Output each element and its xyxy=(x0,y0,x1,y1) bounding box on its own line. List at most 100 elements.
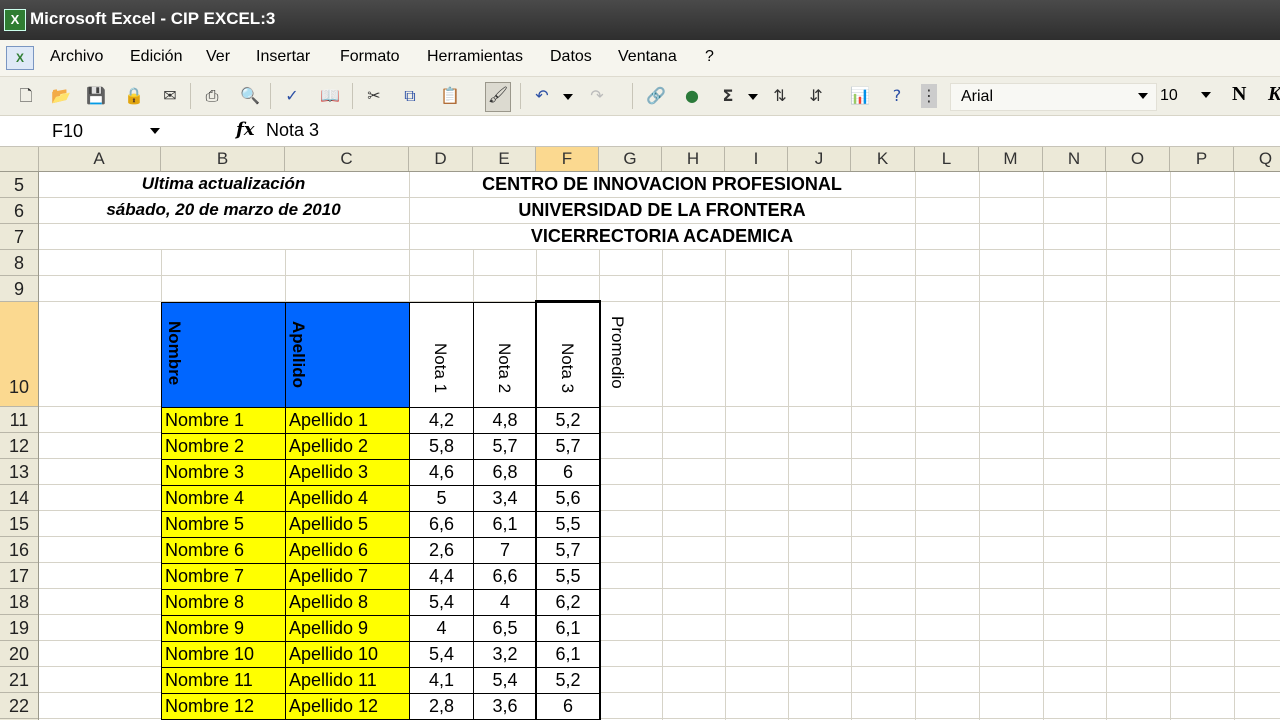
row-header-12[interactable]: 12 xyxy=(0,433,38,459)
student-lastname-cell[interactable]: Apellido 2 xyxy=(285,433,410,460)
student-lastname-cell[interactable]: Apellido 9 xyxy=(285,615,410,642)
student-lastname-cell[interactable]: Apellido 6 xyxy=(285,537,410,564)
student-lastname-cell[interactable]: Apellido 5 xyxy=(285,511,410,538)
nota3-cell[interactable]: 5,2 xyxy=(536,407,600,434)
column-header-a[interactable]: A xyxy=(38,147,161,171)
print-icon[interactable]: ⎙ xyxy=(200,84,224,108)
menu-datos[interactable]: Datos xyxy=(550,48,592,66)
row-header-21[interactable]: 21 xyxy=(0,667,38,693)
autosum-dropdown-icon[interactable] xyxy=(748,94,758,100)
student-lastname-cell[interactable]: Apellido 11 xyxy=(285,667,410,694)
student-lastname-cell[interactable]: Apellido 10 xyxy=(285,641,410,668)
student-lastname-cell[interactable]: Apellido 3 xyxy=(285,459,410,486)
nota3-cell[interactable]: 5,2 xyxy=(536,667,600,694)
document-icon[interactable]: X xyxy=(6,46,34,70)
row-header-19[interactable]: 19 xyxy=(0,615,38,641)
nota2-cell[interactable]: 3,2 xyxy=(473,641,537,668)
cut-icon[interactable]: ✂ xyxy=(362,84,386,108)
nota2-cell[interactable]: 5,7 xyxy=(473,433,537,460)
nota1-cell[interactable]: 2,8 xyxy=(409,693,474,720)
nota1-cell[interactable]: 6,6 xyxy=(409,511,474,538)
nota1-cell[interactable]: 4 xyxy=(409,615,474,642)
nota3-cell[interactable]: 5,5 xyxy=(536,563,600,590)
row-header-16[interactable]: 16 xyxy=(0,537,38,563)
nota2-cell[interactable]: 5,4 xyxy=(473,667,537,694)
chart-wizard-icon[interactable]: 📊 xyxy=(848,84,872,108)
column-title-cell[interactable]: Nota 3 xyxy=(536,302,600,408)
column-header-k[interactable]: K xyxy=(851,147,915,171)
nota3-cell[interactable]: 6,2 xyxy=(536,589,600,616)
format-painter-icon[interactable]: 🖌 xyxy=(485,82,511,112)
row-header-8[interactable]: 8 xyxy=(0,250,38,276)
column-header-o[interactable]: O xyxy=(1106,147,1170,171)
menu-archivo[interactable]: Archivo xyxy=(50,48,103,66)
nota2-cell[interactable]: 6,6 xyxy=(473,563,537,590)
student-name-cell[interactable]: Nombre 8 xyxy=(161,589,286,616)
size-dropdown-icon[interactable] xyxy=(1201,92,1211,98)
nota2-cell[interactable]: 6,1 xyxy=(473,511,537,538)
menu-herramientas[interactable]: Herramientas xyxy=(427,48,523,66)
nota1-cell[interactable]: 5,8 xyxy=(409,433,474,460)
nota1-cell[interactable]: 5,4 xyxy=(409,589,474,616)
autosum-icon[interactable]: Σ xyxy=(716,84,740,108)
menu-insertar[interactable]: Insertar xyxy=(256,48,310,66)
student-name-cell[interactable]: Nombre 2 xyxy=(161,433,286,460)
column-header-m[interactable]: M xyxy=(979,147,1043,171)
nota1-cell[interactable]: 4,6 xyxy=(409,459,474,486)
column-header-c[interactable]: C xyxy=(285,147,409,171)
nota2-cell[interactable]: 6,8 xyxy=(473,459,537,486)
menu-ver[interactable]: Ver xyxy=(206,48,230,66)
font-selector[interactable]: Arial xyxy=(950,83,1157,111)
menu-ventana[interactable]: Ventana xyxy=(618,48,677,66)
student-name-cell[interactable]: Nombre 5 xyxy=(161,511,286,538)
row-header-17[interactable]: 17 xyxy=(0,563,38,589)
student-lastname-cell[interactable]: Apellido 7 xyxy=(285,563,410,590)
italic-button[interactable]: K xyxy=(1268,83,1280,106)
nota3-cell[interactable]: 5,7 xyxy=(536,433,600,460)
column-title-cell[interactable]: Nota 1 xyxy=(409,302,474,408)
column-header-l[interactable]: L xyxy=(915,147,979,171)
column-header-n[interactable]: N xyxy=(1043,147,1106,171)
nota3-cell[interactable]: 5,6 xyxy=(536,485,600,512)
toolbar-options-icon[interactable]: ⋮ xyxy=(921,84,937,108)
open-icon[interactable]: 📂 xyxy=(49,84,73,108)
sort-asc-icon[interactable]: ⇅ xyxy=(768,84,792,108)
new-icon[interactable]: 🗋 xyxy=(14,84,38,108)
research-icon[interactable]: 📖 xyxy=(318,84,342,108)
column-header-p[interactable]: P xyxy=(1170,147,1234,171)
column-title-cell[interactable]: Nota 2 xyxy=(473,302,537,408)
row-header-9[interactable]: 9 xyxy=(0,276,38,302)
student-name-cell[interactable]: Nombre 3 xyxy=(161,459,286,486)
column-header-g[interactable]: G xyxy=(599,147,662,171)
student-lastname-cell[interactable]: Apellido 8 xyxy=(285,589,410,616)
help-icon[interactable]: ? xyxy=(885,84,909,108)
student-name-cell[interactable]: Nombre 4 xyxy=(161,485,286,512)
menu-formato[interactable]: Formato xyxy=(340,48,400,66)
font-size-selector[interactable]: 10 xyxy=(1156,83,1218,109)
nota3-cell[interactable]: 6 xyxy=(536,459,600,486)
nota1-cell[interactable]: 4,1 xyxy=(409,667,474,694)
column-title-cell[interactable]: Nombre xyxy=(161,302,286,408)
nota3-cell[interactable]: 6 xyxy=(536,693,600,720)
student-name-cell[interactable]: Nombre 10 xyxy=(161,641,286,668)
column-title-cell[interactable]: Promedio xyxy=(599,302,661,407)
column-header-d[interactable]: D xyxy=(409,147,473,171)
bold-button[interactable]: N xyxy=(1232,83,1246,106)
student-name-cell[interactable]: Nombre 6 xyxy=(161,537,286,564)
nota3-cell[interactable]: 5,5 xyxy=(536,511,600,538)
nota2-cell[interactable]: 6,5 xyxy=(473,615,537,642)
column-title-cell[interactable]: Apellido xyxy=(285,302,410,408)
column-header-b[interactable]: B xyxy=(161,147,285,171)
spelling-icon[interactable]: ✓ xyxy=(280,84,304,108)
row-header-22[interactable]: 22 xyxy=(0,693,38,719)
copy-icon[interactable]: ⧉ xyxy=(398,84,422,108)
column-header-f[interactable]: F xyxy=(536,147,599,171)
column-header-j[interactable]: J xyxy=(788,147,851,171)
row-header-10[interactable]: 10 xyxy=(0,302,38,407)
nota3-cell[interactable]: 6,1 xyxy=(536,641,600,668)
student-name-cell[interactable]: Nombre 9 xyxy=(161,615,286,642)
nota2-cell[interactable]: 3,6 xyxy=(473,693,537,720)
nota1-cell[interactable]: 2,6 xyxy=(409,537,474,564)
hyperlink-icon[interactable]: 🔗 xyxy=(644,84,668,108)
formula-input[interactable]: Nota 3 xyxy=(266,120,319,141)
